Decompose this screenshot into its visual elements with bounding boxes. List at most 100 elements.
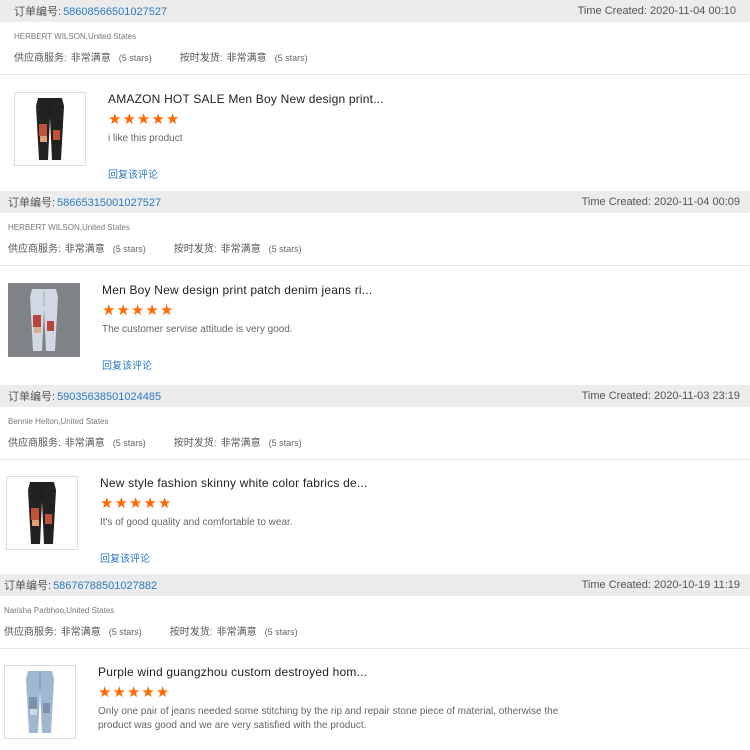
review-block: 订单编号: 59035638501024485 Time Created: 2020… [0, 385, 750, 574]
supplier-service-value: 非常满意 [64, 438, 105, 449]
order-number-link[interactable]: 59035638501024485 [57, 391, 161, 403]
reviews-list: 订单编号: 58608566501027527 Time Created: 2020… [0, 0, 750, 750]
divider [0, 648, 750, 649]
time-created: Time Created: 2020-10-19 11:19 [581, 579, 740, 591]
star-icon: ★ [116, 302, 130, 319]
on-time-value: 非常满意 [220, 438, 261, 449]
on-time-value: 非常满意 [226, 53, 267, 64]
product-thumbnail[interactable] [8, 283, 80, 357]
order-info: 订单编号: 58676788501027882 [4, 577, 157, 593]
star-icon: ★ [100, 495, 114, 512]
review-block: 订单编号: 58665315001027527 Time Created: 2020… [0, 191, 750, 385]
star-icon: ★ [151, 111, 165, 128]
review-comment: The customer servise attitude is very go… [102, 324, 293, 335]
supplier-service-rating: 供应商服务: 非常满意 (5 stars) [8, 240, 146, 255]
order-header: 订单编号: 58676788501027882 Time Created: 2020… [0, 574, 750, 596]
seller-ratings: 供应商服务: 非常满意 (5 stars) 按时发货: 非常满意 (5 stars) [4, 623, 750, 638]
buyer-name: Narisha Parbhoo,United States [4, 606, 115, 615]
on-time-rating: 按时发货: 非常满意 (5 stars) [180, 49, 308, 64]
star-icon: ★ [130, 302, 145, 319]
on-time-value: 非常满意 [220, 244, 261, 255]
star-icon: ★ [102, 302, 116, 319]
reply-link[interactable]: 回复该评论 [102, 357, 152, 372]
reply-link[interactable]: 回复该评论 [100, 550, 150, 565]
seller-ratings: 供应商服务: 非常满意 (5 stars) 按时发货: 非常满意 (5 stars) [8, 240, 750, 255]
supplier-service-rating: 供应商服务: 非常满意 (5 stars) [8, 434, 146, 449]
order-number-link[interactable]: 58665315001027527 [57, 197, 161, 209]
divider [0, 459, 750, 460]
time-created: Time Created: 2020-11-04 00:09 [581, 196, 740, 208]
star-icon: ★ [122, 111, 136, 128]
product-title-link[interactable]: New style fashion skinny white color fab… [100, 476, 367, 490]
on-time-label: 按时发货: [179, 53, 223, 64]
order-info: 订单编号: 58608566501027527 [14, 3, 167, 19]
buyer-name: HERBERT WILSON,United States [8, 223, 130, 232]
star-icon: ★ [145, 302, 159, 319]
buyer-info: Bennie Helton,United States 供应商服务: 非常满意 (5 … [0, 417, 750, 449]
order-info: 订单编号: 59035638501024485 [8, 388, 161, 404]
order-number-label: 订单编号: [14, 6, 62, 18]
supplier-service-label: 供应商服务: [8, 244, 61, 255]
order-number-link[interactable]: 58608566501027527 [63, 6, 167, 18]
on-time-stars: (5 stars) [268, 438, 302, 448]
supplier-service-rating: 供应商服务: 非常满意 (5 stars) [14, 49, 152, 64]
review-stars: ★ ★ ★ ★ ★ [98, 685, 169, 700]
buyer-info: HERBERT WILSON,United States 供应商服务: 非常满意 (5… [0, 223, 750, 255]
reply-link[interactable]: 回复该评论 [108, 166, 158, 181]
product-title-link[interactable]: AMAZON HOT SALE Men Boy New design print… [108, 92, 384, 106]
supplier-service-value: 非常满意 [70, 53, 111, 64]
on-time-rating: 按时发货: 非常满意 (5 stars) [174, 434, 302, 449]
star-icon: ★ [112, 684, 126, 701]
product-thumbnail[interactable] [4, 665, 76, 739]
divider [0, 74, 750, 75]
order-header: 订单编号: 58665315001027527 Time Created: 2020… [0, 191, 750, 213]
on-time-stars: (5 stars) [274, 53, 308, 63]
product-thumbnail[interactable] [14, 92, 86, 166]
divider [0, 265, 750, 266]
on-time-stars: (5 stars) [268, 244, 302, 254]
order-number-label: 订单编号: [8, 197, 56, 209]
order-header: 订单编号: 58608566501027527 Time Created: 2020… [0, 0, 750, 22]
order-number-label: 订单编号: [8, 391, 56, 403]
buyer-info: HERBERT WILSON,United States 供应商服务: 非常满意 (5… [0, 32, 750, 64]
supplier-service-rating: 供应商服务: 非常满意 (5 stars) [4, 623, 142, 638]
on-time-label: 按时发货: [169, 627, 213, 638]
review-comment: Only one pair of jeans needed some stitc… [98, 706, 559, 731]
seller-ratings: 供应商服务: 非常满意 (5 stars) 按时发货: 非常满意 (5 stars) [14, 49, 750, 64]
star-icon: ★ [114, 495, 128, 512]
buyer-name: Bennie Helton,United States [8, 417, 109, 426]
on-time-label: 按时发货: [173, 438, 217, 449]
seller-ratings: 供应商服务: 非常满意 (5 stars) 按时发货: 非常满意 (5 stars) [8, 434, 750, 449]
product-title-link[interactable]: Purple wind guangzhou custom destroyed h… [98, 665, 367, 679]
product-thumbnail[interactable] [6, 476, 78, 550]
star-icon: ★ [98, 684, 112, 701]
star-icon: ★ [159, 302, 174, 319]
review-stars: ★ ★ ★ ★ ★ [108, 112, 179, 127]
supplier-service-stars: (5 stars) [112, 438, 146, 448]
order-number-link[interactable]: 58676788501027882 [53, 580, 157, 592]
star-icon: ★ [128, 495, 143, 512]
buyer-info: Narisha Parbhoo,United States 供应商服务: 非常满意(… [0, 606, 750, 638]
supplier-service-stars: (5 stars) [118, 53, 152, 63]
product-title-link[interactable]: Men Boy New design print patch denim jea… [102, 283, 372, 297]
order-number-label: 订单编号: [4, 580, 52, 592]
buyer-name: HERBERT WILSON,United States [14, 32, 136, 41]
on-time-value: 非常满意 [216, 627, 257, 638]
star-icon: ★ [157, 495, 172, 512]
review-block: 订单编号: 58676788501027882 Time Created: 2020… [0, 574, 750, 750]
time-created: Time Created: 2020-11-04 00:10 [577, 5, 736, 17]
star-icon: ★ [143, 495, 157, 512]
review-stars: ★ ★ ★ ★ ★ [100, 496, 171, 511]
star-icon: ★ [155, 684, 170, 701]
supplier-service-stars: (5 stars) [112, 244, 146, 254]
star-icon: ★ [141, 684, 155, 701]
order-info: 订单编号: 58665315001027527 [8, 194, 161, 210]
supplier-service-value: 非常满意 [64, 244, 105, 255]
star-icon: ★ [108, 111, 122, 128]
review-comment: It's of good quality and comfortable to … [100, 517, 293, 528]
on-time-stars: (5 stars) [264, 627, 298, 637]
supplier-service-value: 非常满意 [60, 627, 101, 638]
supplier-service-label: 供应商服务: [14, 53, 67, 64]
review-comment: i like this product [108, 133, 183, 144]
on-time-rating: 按时发货: 非常满意 (5 stars) [170, 623, 298, 638]
